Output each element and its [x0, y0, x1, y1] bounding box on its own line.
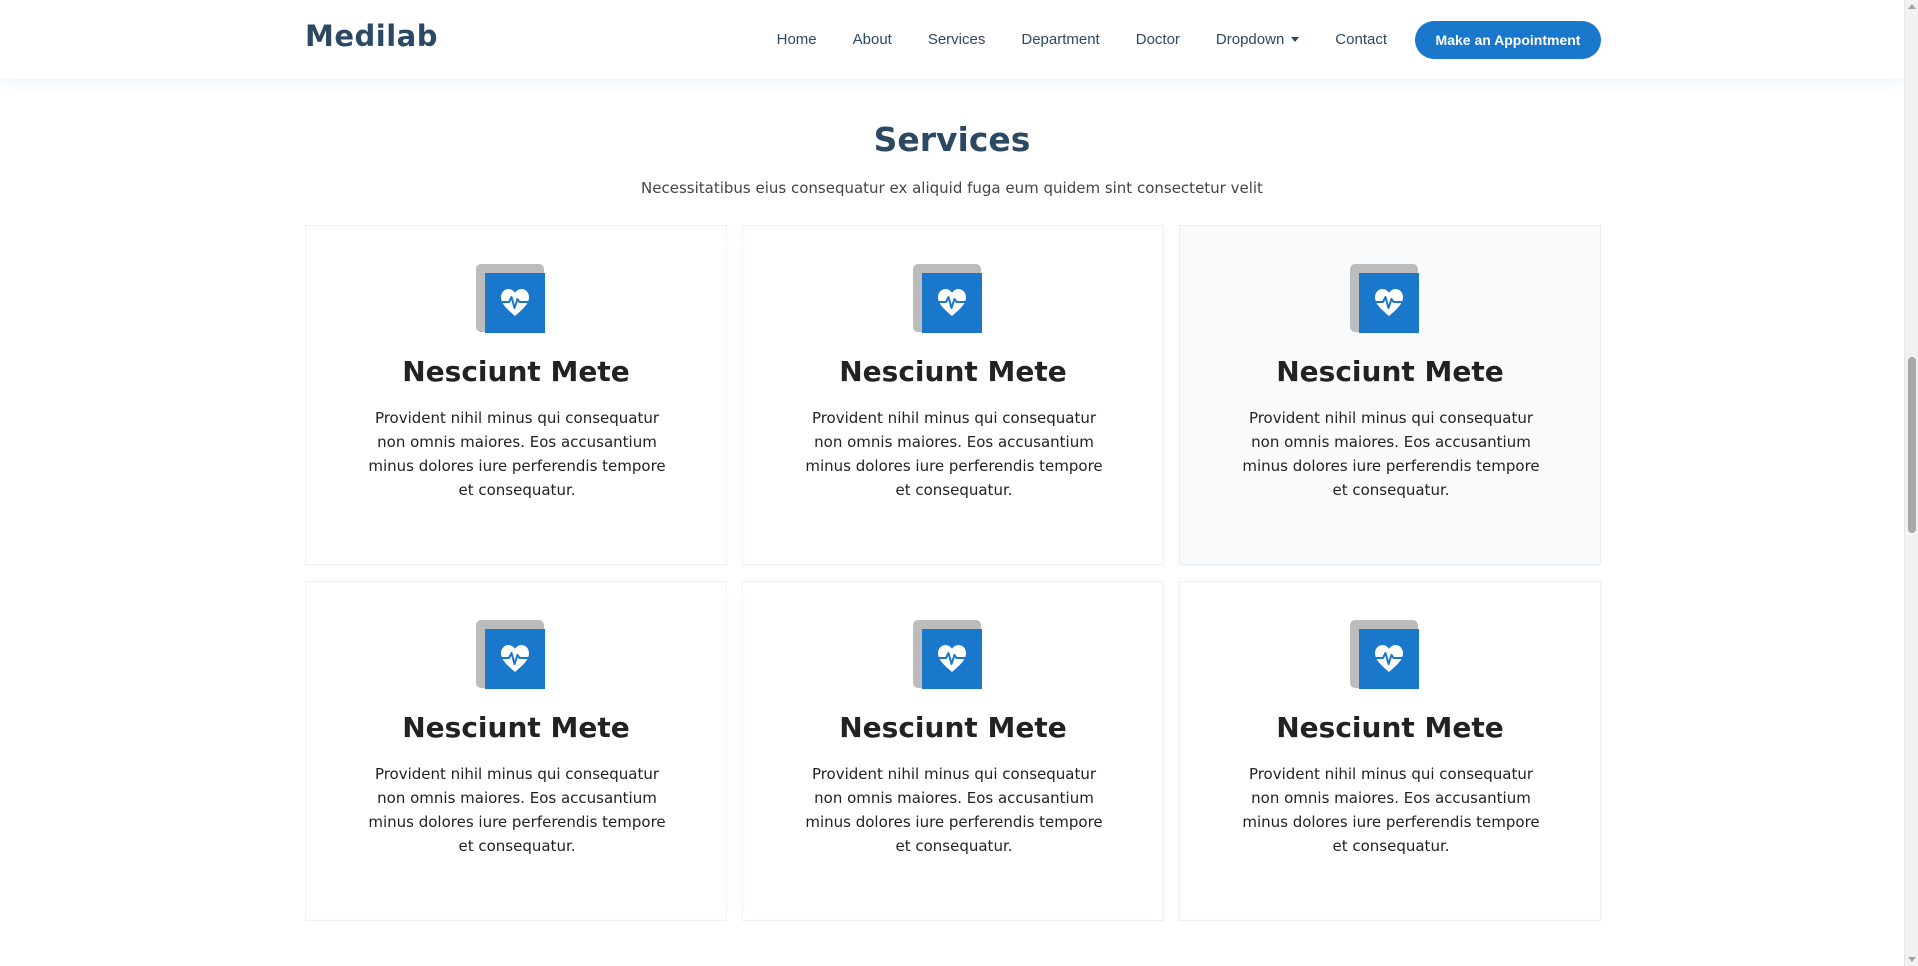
section-subtitle: Necessitatibus eius consequatur ex aliqu…: [641, 179, 1263, 197]
heartbeat-icon: [922, 273, 982, 333]
service-card[interactable]: Nesciunt Mete Provident nihil minus qui …: [305, 225, 727, 565]
service-icon-box: [913, 264, 983, 334]
service-description: Provident nihil minus qui consequatur no…: [805, 765, 1103, 855]
service-icon-box: [476, 264, 546, 334]
service-icon-box: [913, 620, 983, 690]
service-description: Provident nihil minus qui consequatur no…: [1242, 765, 1540, 855]
service-title[interactable]: Nesciunt Mete: [1180, 711, 1600, 744]
service-description: Provident nihil minus qui consequatur no…: [368, 765, 666, 855]
scrollbar-thumb[interactable]: [1908, 357, 1916, 533]
nav-item-doctor[interactable]: Doctor: [1136, 31, 1180, 48]
service-description: Provident nihil minus qui consequatur no…: [805, 409, 1103, 499]
nav-item-contact[interactable]: Contact: [1335, 31, 1387, 48]
nav-item-services[interactable]: Services: [928, 31, 986, 48]
service-icon-box: [1350, 620, 1420, 690]
service-card[interactable]: Nesciunt Mete Provident nihil minus qui …: [742, 225, 1164, 565]
service-icon-box: [1350, 264, 1420, 334]
site-logo[interactable]: Medilab: [305, 19, 438, 53]
nav-item-dropdown-label: Dropdown: [1215, 31, 1285, 48]
header-container: Medilab Home About Services Department D…: [305, 0, 1601, 79]
service-icon-box: [476, 620, 546, 690]
heartbeat-icon: [485, 629, 545, 689]
nav-item-department[interactable]: Department: [1021, 31, 1099, 48]
section-title: Services: [873, 120, 1031, 159]
service-card[interactable]: Nesciunt Mete Provident nihil minus qui …: [742, 581, 1164, 921]
heartbeat-icon: [485, 273, 545, 333]
service-card[interactable]: Nesciunt Mete Provident nihil minus qui …: [1179, 581, 1601, 921]
vertical-scrollbar[interactable]: [1904, 0, 1918, 966]
service-description: Provident nihil minus qui consequatur no…: [368, 409, 666, 499]
nav-item-home[interactable]: Home: [777, 31, 817, 48]
heartbeat-icon: [922, 629, 982, 689]
service-title[interactable]: Nesciunt Mete: [743, 355, 1163, 388]
caret-down-icon: [1291, 37, 1300, 42]
make-appointment-button[interactable]: Make an Appointment: [1415, 20, 1601, 59]
nav-item-about[interactable]: About: [853, 31, 892, 48]
service-description: Provident nihil minus qui consequatur no…: [1242, 409, 1540, 499]
main-nav: Home About Services Department Doctor Dr…: [777, 0, 1601, 79]
scroll-down-arrow-icon[interactable]: [1908, 957, 1916, 962]
service-title[interactable]: Nesciunt Mete: [306, 711, 726, 744]
service-card[interactable]: Nesciunt Mete Provident nihil minus qui …: [305, 581, 727, 921]
service-title[interactable]: Nesciunt Mete: [306, 355, 726, 388]
heartbeat-icon: [1359, 629, 1419, 689]
nav-item-dropdown[interactable]: Dropdown: [1215, 31, 1300, 48]
page-viewport: Medilab Home About Services Department D…: [0, 0, 1904, 964]
scroll-up-arrow-icon[interactable]: [1908, 4, 1916, 9]
service-card[interactable]: Nesciunt Mete Provident nihil minus qui …: [1179, 225, 1601, 565]
service-title[interactable]: Nesciunt Mete: [743, 711, 1163, 744]
service-title[interactable]: Nesciunt Mete: [1180, 355, 1600, 388]
heartbeat-icon: [1359, 273, 1419, 333]
site-header: Medilab Home About Services Department D…: [0, 0, 1904, 79]
